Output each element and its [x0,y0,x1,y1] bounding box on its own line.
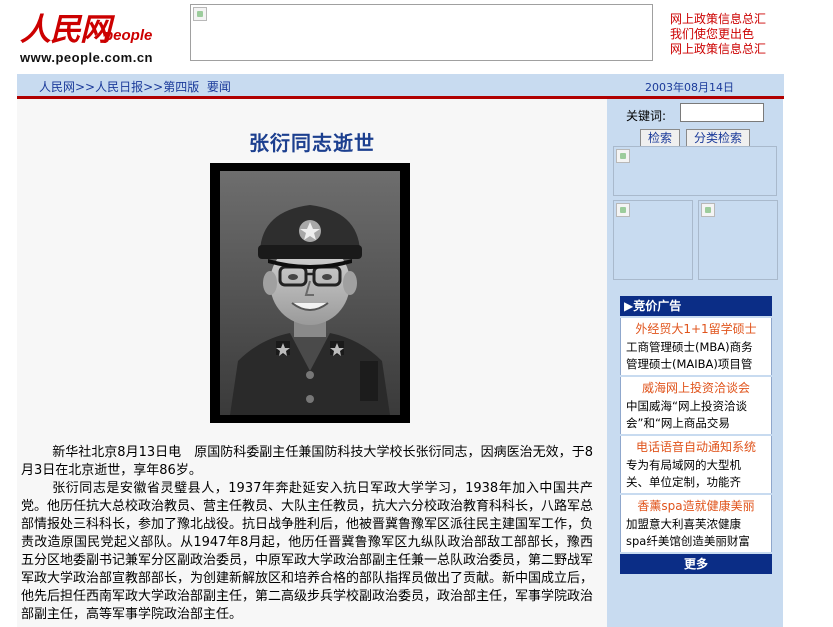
sponsored-ads-heading: ▶竞价广告 [620,296,772,316]
article-body: 新华社北京8月13日电 原国防科委副主任兼国防科技大学校长张衍同志，因病医治无效… [21,444,593,624]
ad-line: 会”和“网上商品交易 [626,416,730,430]
right-sidebar: 关键词: 检索 分类检索 ▶竞价广告 外经贸大1+1留学硕士 工商管理硕士(MB… [607,99,783,627]
keyword-label: 关键词: [626,109,667,123]
ad-description: 加盟意大利喜芙浓健康 spa纤美馆创造美丽财富 [621,514,771,552]
promo-links: 网上政策信息总汇 我们使您更出色 网上政策信息总汇 [670,12,820,57]
article-title: 张衍同志逝世 [249,131,375,155]
logo-cn-text: 人民网 [20,12,111,48]
ad-title[interactable]: 香薰spa造就健康美丽 [621,495,771,514]
ad-line: 中国威海“网上投资洽谈 [626,399,747,413]
ad-line: spa纤美馆创造美丽财富 [626,534,750,548]
page-date: 2003年08月14日 [645,81,734,94]
ad-description: 工商管理硕士(MBA)商务 管理硕士(MAIBA)项目管 [621,337,771,375]
ad-line: 管理硕士(MAIBA)项目管 [626,357,753,371]
ad-line: 关、单位定制，功能齐 [626,475,741,489]
people-logo[interactable]: 人民网 people www.people.com.cn [18,4,180,68]
sidebar-ad-image-2[interactable] [613,200,693,280]
promo-link-1[interactable]: 网上政策信息总汇 [670,12,820,27]
ad-item[interactable]: 威海网上投资洽谈会 中国威海“网上投资洽谈 会”和“网上商品交易 [620,377,772,434]
article-paragraph-1: 新华社北京8月13日电 原国防科委副主任兼国防科技大学校长张衍同志，因病医治无效… [21,445,593,478]
sidebar-ad-image-1[interactable] [613,146,777,196]
ad-title[interactable]: 外经贸大1+1留学硕士 [621,318,771,337]
more-ads-button[interactable]: 更多 [620,554,772,574]
logo-en-text: people [104,27,153,44]
portrait-image [220,171,400,415]
article-area: 张衍同志逝世 新华社北京8月13日电 原国防科委副主任兼国防科技大学校长张衍同志… [17,99,607,627]
ad-line: 加盟意大利喜芙浓健康 [626,517,741,531]
ad-title[interactable]: 威海网上投资洽谈会 [621,377,771,396]
top-banner-ad[interactable] [190,4,653,61]
ad-title[interactable]: 电话语音自动通知系统 [621,436,771,455]
sidebar-ad-image-3[interactable] [698,200,778,280]
breadcrumb-people[interactable]: 人民网>> [39,80,95,94]
broken-image-icon [701,203,715,217]
breadcrumb-current: 要闻 [206,80,231,94]
broken-image-icon [616,203,630,217]
broken-image-icon [193,7,207,21]
logo-url-text: www.people.com.cn [20,50,153,65]
ad-line: 专为有局域网的大型机 [626,458,741,472]
ad-line: 工商管理硕士(MBA)商务 [626,340,753,354]
ad-item[interactable]: 外经贸大1+1留学硕士 工商管理硕士(MBA)商务 管理硕士(MAIBA)项目管 [620,318,772,375]
promo-link-3[interactable]: 网上政策信息总汇 [670,42,820,57]
sponsored-ads: ▶竞价广告 外经贸大1+1留学硕士 工商管理硕士(MBA)商务 管理硕士(MAI… [620,296,772,596]
article-paragraph-2: 张衍同志是安徽省灵璧县人，1937年奔赴延安入抗日军政大学学习，1938年加入中… [21,481,594,622]
ad-description: 中国威海“网上投资洽谈 会”和“网上商品交易 [621,396,771,434]
ad-item[interactable]: 香薰spa造就健康美丽 加盟意大利喜芙浓健康 spa纤美馆创造美丽财富 [620,495,772,552]
ad-description: 专为有局域网的大型机 关、单位定制，功能齐 [621,455,771,493]
promo-link-2[interactable]: 我们使您更出色 [670,27,820,42]
broken-image-icon [616,149,630,163]
portrait-photo [210,163,410,423]
keyword-input[interactable] [680,103,764,122]
breadcrumb: 人民网>>人民日报>>第四版 要闻 [39,78,231,95]
breadcrumb-bar: 人民网>>人民日报>>第四版 要闻 2003年08月14日 [17,74,784,99]
breadcrumb-page4[interactable]: 第四版 [163,80,199,94]
ad-item[interactable]: 电话语音自动通知系统 专为有局域网的大型机 关、单位定制，功能齐 [620,436,772,493]
breadcrumb-daily[interactable]: 人民日报>> [95,80,163,94]
